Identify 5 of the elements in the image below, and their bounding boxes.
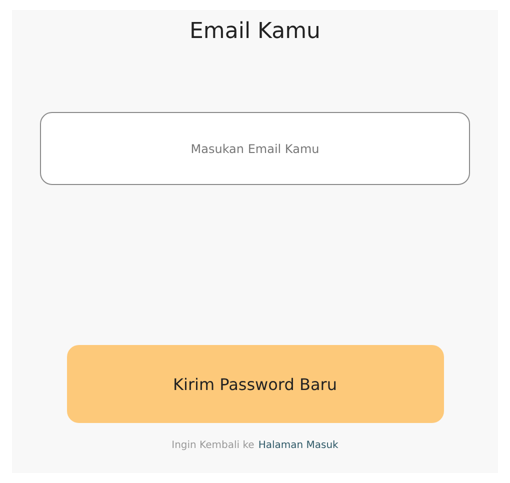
submit-button[interactable]: Kirim Password Baru	[66, 345, 444, 423]
page-title: Email Kamu	[190, 18, 320, 46]
email-field[interactable]: Masukan Email Kamu	[40, 112, 470, 185]
login-link[interactable]: Halaman Masuk	[258, 440, 338, 451]
footer-text: Ingin Kembali ke	[172, 440, 254, 451]
